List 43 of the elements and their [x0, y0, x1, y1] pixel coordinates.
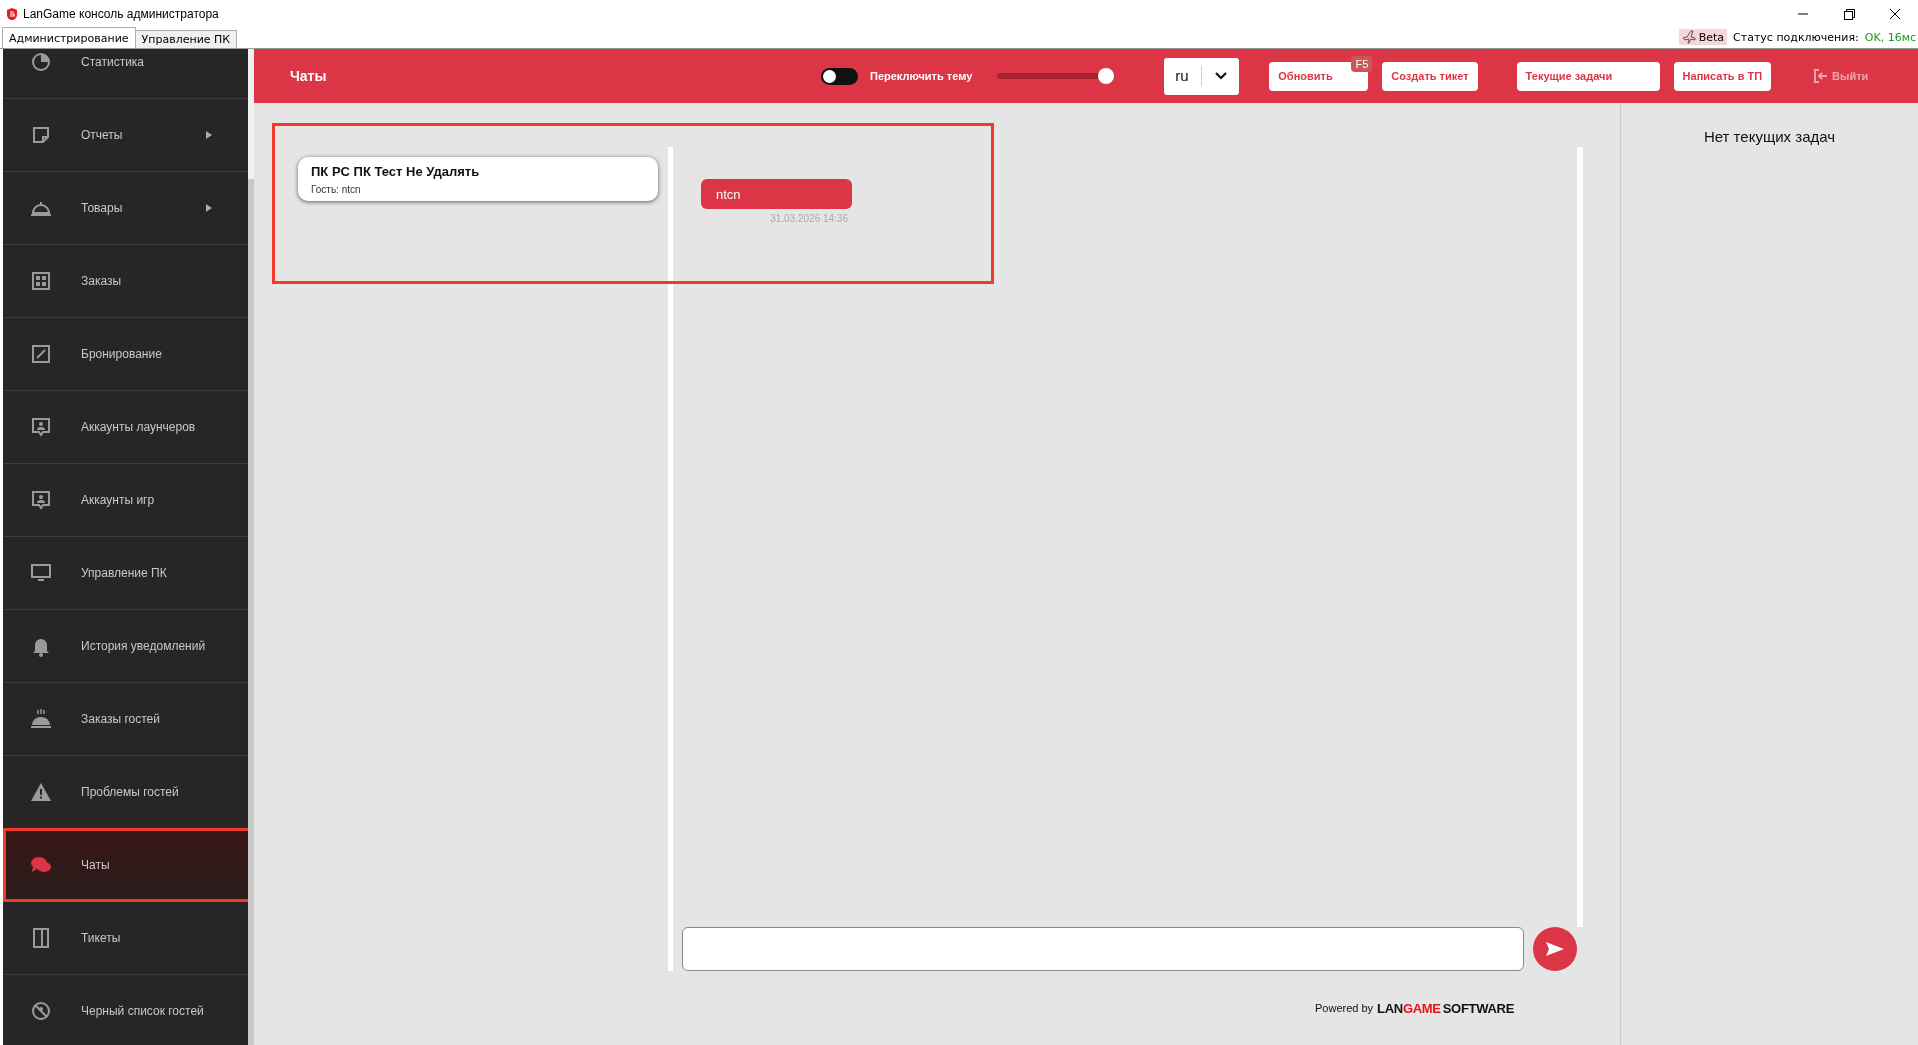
chat-subtitle: Гость: ntcn — [311, 184, 362, 195]
airplane-icon — [1681, 30, 1696, 44]
message-bubble: ntcn — [701, 179, 852, 209]
status-value: OK, 16мс — [1864, 30, 1916, 44]
send-button[interactable] — [1533, 927, 1577, 971]
grid-icon — [30, 270, 52, 292]
portrait-icon — [30, 489, 52, 511]
sidebar-item[interactable]: Чаты — [3, 829, 248, 902]
logout-icon — [1814, 69, 1829, 83]
book-icon — [30, 927, 52, 949]
language-select[interactable]: ru — [1164, 57, 1240, 95]
toggle-label: Переключить тему — [870, 70, 973, 82]
cloche-icon — [30, 708, 52, 730]
message-input[interactable] — [682, 927, 1524, 971]
page-title: Чаты — [290, 68, 328, 84]
brand-logo: LANGAMESOFTWARE — [1377, 1000, 1514, 1016]
slash-square-icon — [30, 343, 52, 365]
chevron-down-icon — [1214, 71, 1229, 81]
theme-toggle[interactable] — [821, 67, 858, 85]
note-icon — [30, 124, 52, 146]
chat-card[interactable]: ПК PC ПК Тест Не Удалять Гость: ntcn — [298, 157, 658, 201]
header-button[interactable]: Написать в ТП — [1673, 61, 1772, 91]
empty-tasks-text: Нет текущих задач — [1703, 128, 1836, 145]
scrollbar[interactable] — [248, 49, 254, 1045]
window-title: LanGame консоль администратора — [23, 6, 219, 21]
circle-icon — [30, 1000, 52, 1022]
status-label: Статус подключения: — [1733, 30, 1859, 44]
slider-thumb[interactable] — [1097, 68, 1114, 84]
tab[interactable]: Администрирование — [2, 27, 136, 48]
monitor-icon — [30, 562, 52, 584]
tab[interactable]: Управление ПК — [134, 30, 238, 48]
pie-chart-icon — [30, 51, 52, 73]
warning-icon — [30, 781, 52, 803]
app-logo-icon — [6, 7, 18, 20]
message-time: 31.03.2026 14:36 — [769, 213, 849, 224]
chat-title: ПК PC ПК Тест Не Удалять — [311, 164, 481, 179]
portrait-icon — [30, 416, 52, 438]
beta-badge: Beta — [1678, 29, 1728, 45]
header-button[interactable]: Создать тикет — [1382, 61, 1478, 91]
powered-by-text: Powered by — [1315, 1002, 1374, 1014]
shortcut-badge: F5 — [1351, 55, 1373, 72]
header-button[interactable]: Текущие задачи — [1516, 61, 1660, 91]
send-icon — [1545, 941, 1565, 957]
